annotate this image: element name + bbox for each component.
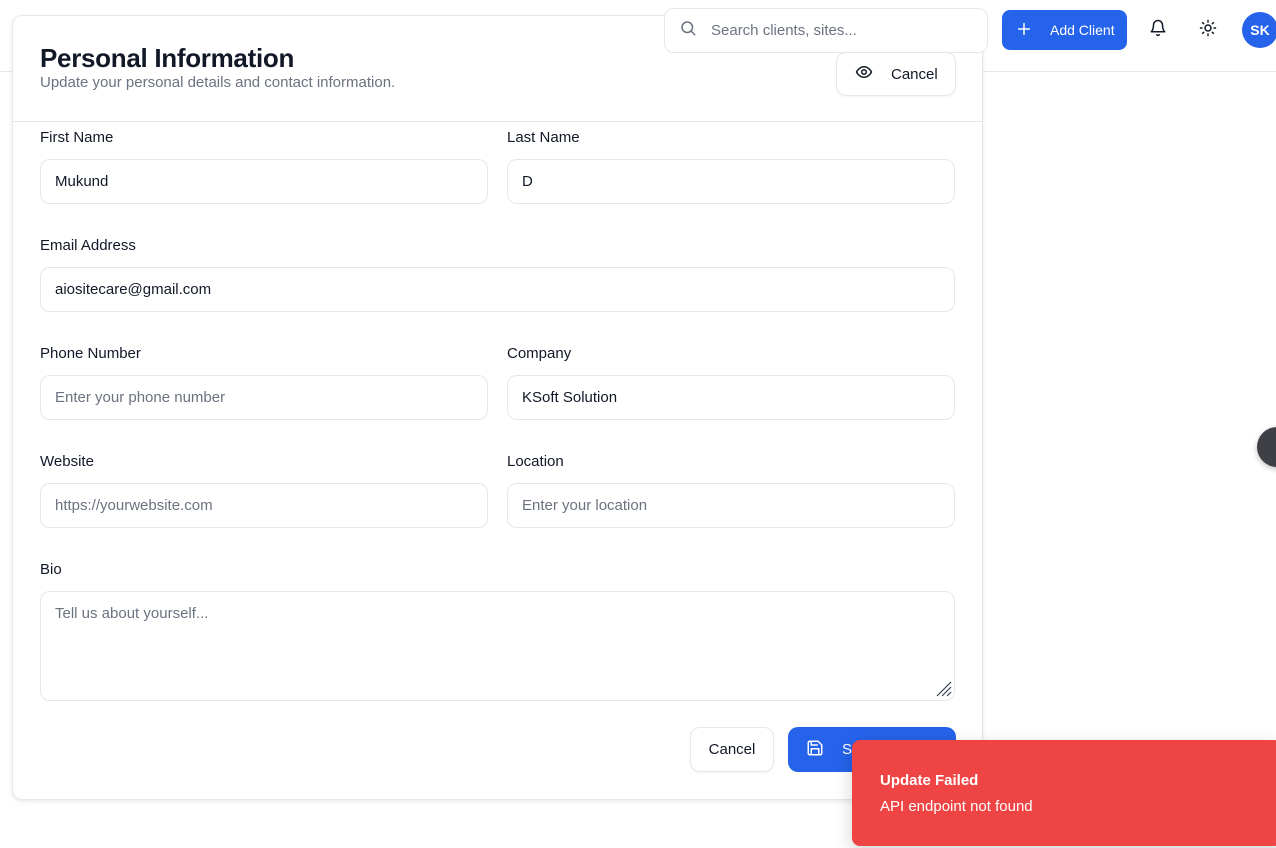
- company-input[interactable]: [507, 375, 955, 420]
- preview-button[interactable]: Cancel: [836, 52, 956, 96]
- profile-settings-page: Personal Information Update your persona…: [0, 0, 1276, 848]
- save-icon: [806, 739, 824, 761]
- add-client-label: Add Client: [1050, 22, 1115, 38]
- search-box[interactable]: [664, 8, 988, 53]
- error-toast[interactable]: Update Failed API endpoint not found: [852, 740, 1276, 846]
- preview-button-label: Cancel: [891, 65, 938, 83]
- bio-label: Bio: [40, 561, 62, 578]
- phone-label: Phone Number: [40, 345, 141, 362]
- user-avatar[interactable]: SK: [1242, 12, 1276, 48]
- card-title: Personal Information: [40, 43, 295, 73]
- first-name-label: First Name: [40, 129, 114, 146]
- search-icon: [679, 19, 697, 42]
- personal-information-card: Personal Information Update your persona…: [12, 15, 983, 800]
- card-divider: [13, 121, 982, 122]
- floating-action-button[interactable]: [1257, 427, 1276, 467]
- email-label: Email Address: [40, 237, 136, 254]
- last-name-label: Last Name: [507, 129, 580, 146]
- first-name-input[interactable]: [40, 159, 488, 204]
- cancel-button[interactable]: Cancel: [690, 727, 774, 772]
- website-input[interactable]: [40, 483, 488, 528]
- email-input[interactable]: [40, 267, 955, 312]
- location-input[interactable]: [507, 483, 955, 528]
- eye-icon: [855, 63, 873, 85]
- toast-title: Update Failed: [880, 772, 979, 789]
- location-label: Location: [507, 453, 564, 470]
- phone-input[interactable]: [40, 375, 488, 420]
- toast-message: API endpoint not found: [880, 798, 1033, 815]
- theme-toggle-button[interactable]: [1193, 15, 1223, 45]
- notifications-button[interactable]: [1143, 15, 1173, 45]
- resize-grip-icon[interactable]: [934, 679, 952, 697]
- card-subtitle: Update your personal details and contact…: [40, 74, 396, 91]
- bell-icon: [1149, 19, 1167, 42]
- last-name-input[interactable]: [507, 159, 955, 204]
- bio-textarea[interactable]: [40, 591, 955, 701]
- company-label: Company: [507, 345, 572, 362]
- plus-icon: [1016, 21, 1032, 40]
- website-label: Website: [40, 453, 94, 470]
- add-client-button[interactable]: Add Client: [1002, 10, 1127, 50]
- sun-icon: [1199, 19, 1217, 42]
- search-input[interactable]: [711, 22, 961, 39]
